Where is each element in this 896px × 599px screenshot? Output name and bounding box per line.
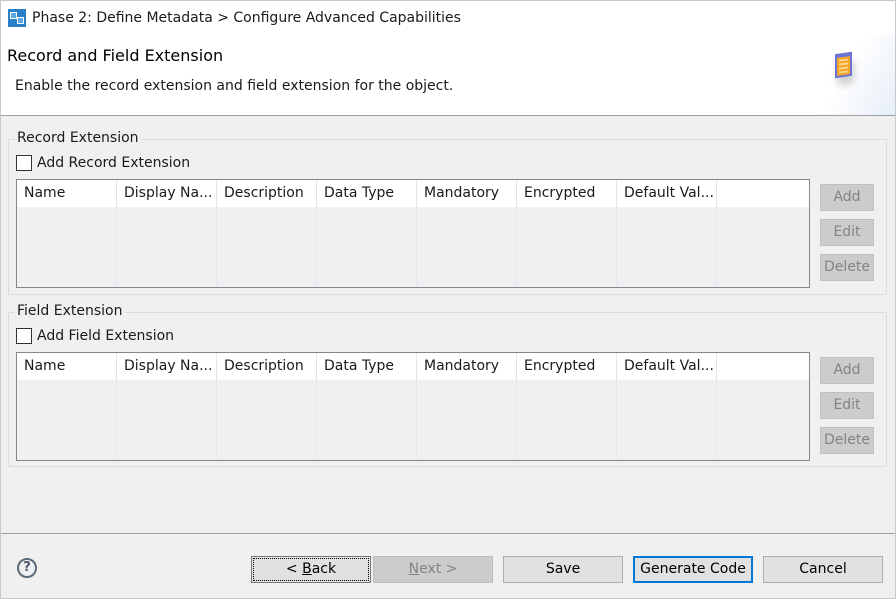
- checkbox-label[interactable]: Add Field Extension: [37, 328, 174, 344]
- delete-button[interactable]: Delete: [820, 427, 874, 454]
- add-button[interactable]: Add: [820, 184, 874, 211]
- add-field-extension-checkbox[interactable]: [16, 328, 32, 344]
- column-header-description[interactable]: Description: [217, 180, 317, 207]
- table-column: [117, 380, 217, 460]
- table-column: [417, 380, 517, 460]
- table-body[interactable]: [17, 207, 809, 287]
- column-header-default-value[interactable]: Default Val...: [617, 180, 717, 207]
- wizard-icon: [8, 9, 26, 27]
- table-document-icon: [835, 51, 852, 79]
- table-column: [217, 207, 317, 287]
- column-header-data-type[interactable]: Data Type: [317, 353, 417, 380]
- table-column: [717, 380, 809, 460]
- add-button[interactable]: Add: [820, 357, 874, 384]
- table-body[interactable]: [17, 380, 809, 460]
- delete-button[interactable]: Delete: [820, 254, 874, 281]
- checkbox-label[interactable]: Add Record Extension: [37, 155, 190, 171]
- table-column: [317, 380, 417, 460]
- page-title: Record and Field Extension: [7, 46, 224, 65]
- column-header-mandatory[interactable]: Mandatory: [417, 180, 517, 207]
- record-extension-table[interactable]: Name Display Na... Description Data Type…: [16, 179, 810, 288]
- edit-button[interactable]: Edit: [820, 392, 874, 419]
- back-prefix: <: [285, 561, 303, 577]
- column-header-encrypted[interactable]: Encrypted: [517, 353, 617, 380]
- column-header-default-value[interactable]: Default Val...: [617, 353, 717, 380]
- table-column: [617, 380, 717, 460]
- help-icon[interactable]: ?: [17, 558, 37, 578]
- table-header: Name Display Na... Description Data Type…: [17, 180, 809, 207]
- add-record-extension-checkbox[interactable]: [16, 155, 32, 171]
- back-mnemonic: B: [302, 561, 312, 577]
- column-header-encrypted[interactable]: Encrypted: [517, 180, 617, 207]
- generate-code-button[interactable]: Generate Code: [633, 556, 753, 583]
- column-header-mandatory[interactable]: Mandatory: [417, 353, 517, 380]
- back-button[interactable]: < Back: [251, 556, 371, 583]
- table-column: [117, 207, 217, 287]
- next-label: ext >: [419, 561, 458, 577]
- column-header-name[interactable]: Name: [17, 353, 117, 380]
- record-extension-group: Record Extension Add Record Extension Na…: [8, 130, 887, 295]
- cancel-button[interactable]: Cancel: [763, 556, 883, 583]
- table-column: [17, 380, 117, 460]
- field-extension-actions: Add Edit Delete: [820, 357, 874, 462]
- column-header-display-name[interactable]: Display Na...: [117, 353, 217, 380]
- footer-separator: [1, 533, 895, 534]
- column-header-display-name[interactable]: Display Na...: [117, 180, 217, 207]
- column-header-filler: [717, 353, 809, 380]
- table-column: [217, 380, 317, 460]
- field-extension-table[interactable]: Name Display Na... Description Data Type…: [16, 352, 810, 461]
- page-description: Enable the record extension and field ex…: [15, 78, 454, 94]
- table-header: Name Display Na... Description Data Type…: [17, 353, 809, 380]
- add-record-extension-checkbox-row[interactable]: Add Record Extension: [16, 155, 190, 171]
- column-header-filler: [717, 180, 809, 207]
- column-header-description[interactable]: Description: [217, 353, 317, 380]
- column-header-data-type[interactable]: Data Type: [317, 180, 417, 207]
- column-header-name[interactable]: Name: [17, 180, 117, 207]
- field-extension-group: Field Extension Add Field Extension Name…: [8, 303, 887, 467]
- table-column: [717, 207, 809, 287]
- table-column: [317, 207, 417, 287]
- table-column: [517, 380, 617, 460]
- edit-button[interactable]: Edit: [820, 219, 874, 246]
- table-column: [417, 207, 517, 287]
- group-label: Record Extension: [15, 130, 141, 146]
- title-bar: Phase 2: Define Metadata > Configure Adv…: [1, 1, 895, 35]
- wizard-dialog: Phase 2: Define Metadata > Configure Adv…: [0, 0, 896, 599]
- group-label: Field Extension: [15, 303, 125, 319]
- save-button[interactable]: Save: [503, 556, 623, 583]
- page-header: Record and Field Extension Enable the re…: [1, 35, 895, 116]
- add-field-extension-checkbox-row[interactable]: Add Field Extension: [16, 328, 174, 344]
- next-button[interactable]: Next >: [373, 556, 493, 583]
- next-mnemonic: N: [408, 561, 420, 577]
- table-column: [17, 207, 117, 287]
- table-column: [517, 207, 617, 287]
- table-column: [617, 207, 717, 287]
- window-title: Phase 2: Define Metadata > Configure Adv…: [32, 10, 461, 26]
- header-banner: [815, 35, 895, 115]
- record-extension-actions: Add Edit Delete: [820, 184, 874, 289]
- back-label: ack: [311, 561, 337, 577]
